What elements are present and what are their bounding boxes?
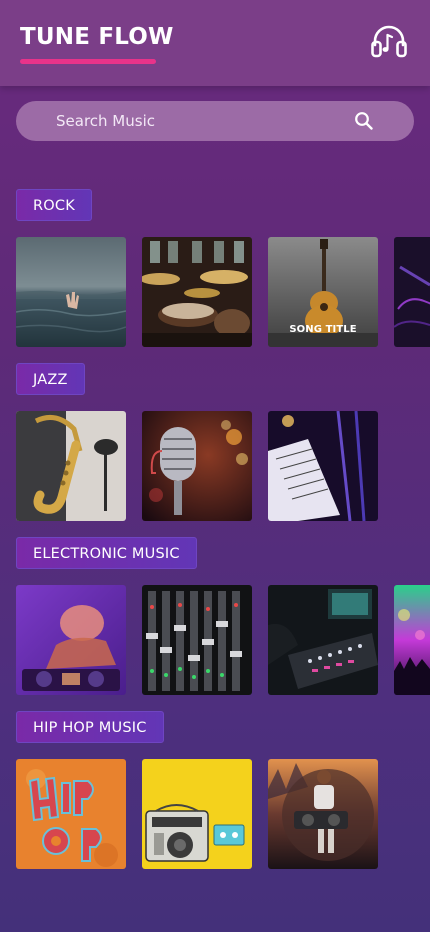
tile-rock-purple-guitar[interactable] xyxy=(394,237,430,347)
title-underline xyxy=(20,59,156,64)
tile-hiphop-boombox[interactable] xyxy=(142,759,252,869)
tile-electronic-dj[interactable] xyxy=(16,585,126,695)
section-label-jazz[interactable]: JAZZ xyxy=(16,363,85,395)
boombox-image xyxy=(142,759,252,869)
tile-caption: SONG TITLE xyxy=(289,324,357,335)
tile-electronic-mixer[interactable] xyxy=(142,585,252,695)
hiphop-artist-image xyxy=(268,759,378,869)
search-bar xyxy=(16,101,414,141)
app-header: TUNE FLOW xyxy=(0,0,430,86)
saxophone-image xyxy=(16,411,126,521)
tile-rock-ocean-hand[interactable] xyxy=(16,237,126,347)
tile-jazz-microphone[interactable] xyxy=(142,411,252,521)
app-title: TUNE FLOW xyxy=(20,24,174,50)
drum-kit-image xyxy=(142,237,252,347)
section-label-hip-hop-music[interactable]: HIP HOP MUSIC xyxy=(16,711,164,743)
tile-electronic-concert[interactable] xyxy=(394,585,430,695)
concert-image xyxy=(394,585,430,695)
tile-jazz-saxophone[interactable] xyxy=(16,411,126,521)
tile-hiphop-graffiti[interactable] xyxy=(16,759,126,869)
tile-rock-drum-kit[interactable] xyxy=(142,237,252,347)
ocean-hand-image xyxy=(16,237,126,347)
purple-guitar-image xyxy=(394,237,430,347)
tile-electronic-synth[interactable] xyxy=(268,585,378,695)
headphones-button[interactable] xyxy=(368,20,410,62)
search-icon[interactable] xyxy=(354,111,374,131)
search-input[interactable] xyxy=(56,101,346,141)
sheet-music-image xyxy=(268,411,378,521)
section-label-rock[interactable]: ROCK xyxy=(16,189,92,221)
dj-image xyxy=(16,585,126,695)
tile-hiphop-artist[interactable] xyxy=(268,759,378,869)
graffiti-image xyxy=(16,759,126,869)
mixer-image xyxy=(142,585,252,695)
tile-jazz-sheet-music[interactable] xyxy=(268,411,378,521)
tile-rock-acoustic-guitar[interactable]: SONG TITLE xyxy=(268,237,378,347)
synth-image xyxy=(268,585,378,695)
section-label-electronic-music[interactable]: ELECTRONIC MUSIC xyxy=(16,537,197,569)
microphone-image xyxy=(142,411,252,521)
headphones-icon xyxy=(371,25,407,58)
